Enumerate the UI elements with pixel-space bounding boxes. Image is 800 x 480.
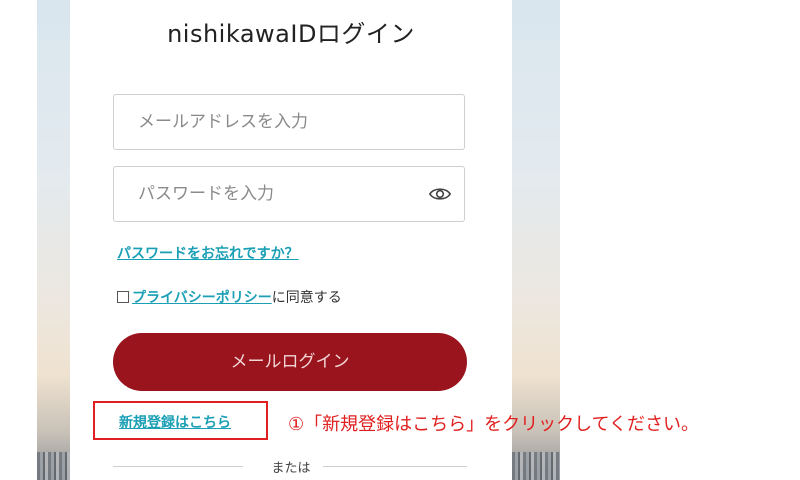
signup-highlight-box: 新規登録はこちら: [93, 401, 268, 440]
email-field[interactable]: メールアドレスを入力: [113, 94, 465, 150]
password-placeholder: パスワードを入力: [138, 184, 274, 204]
privacy-agreement: プライバシーポリシー に同意する: [117, 287, 342, 307]
page-title: nishikawaIDログイン: [167, 20, 415, 48]
background-image-right: [512, 0, 560, 480]
agree-text: に同意する: [271, 290, 342, 306]
privacy-policy-link[interactable]: プライバシーポリシー: [132, 287, 272, 307]
privacy-checkbox[interactable]: [117, 291, 129, 303]
eye-icon[interactable]: [429, 185, 451, 203]
email-login-button[interactable]: メールログイン: [113, 333, 467, 391]
password-field[interactable]: パスワードを入力: [113, 166, 465, 222]
city-skyline: [37, 452, 70, 480]
signup-link[interactable]: 新規登録はこちら: [119, 412, 231, 432]
forgot-password-link[interactable]: パスワードをお忘れですか？: [117, 243, 299, 263]
city-skyline: [512, 452, 560, 480]
background-image-left: [37, 0, 70, 480]
or-divider-text: または: [271, 461, 311, 476]
instruction-annotation: ①「新規登録はこちら」をクリックしてください。: [288, 414, 700, 435]
email-placeholder: メールアドレスを入力: [138, 112, 308, 132]
